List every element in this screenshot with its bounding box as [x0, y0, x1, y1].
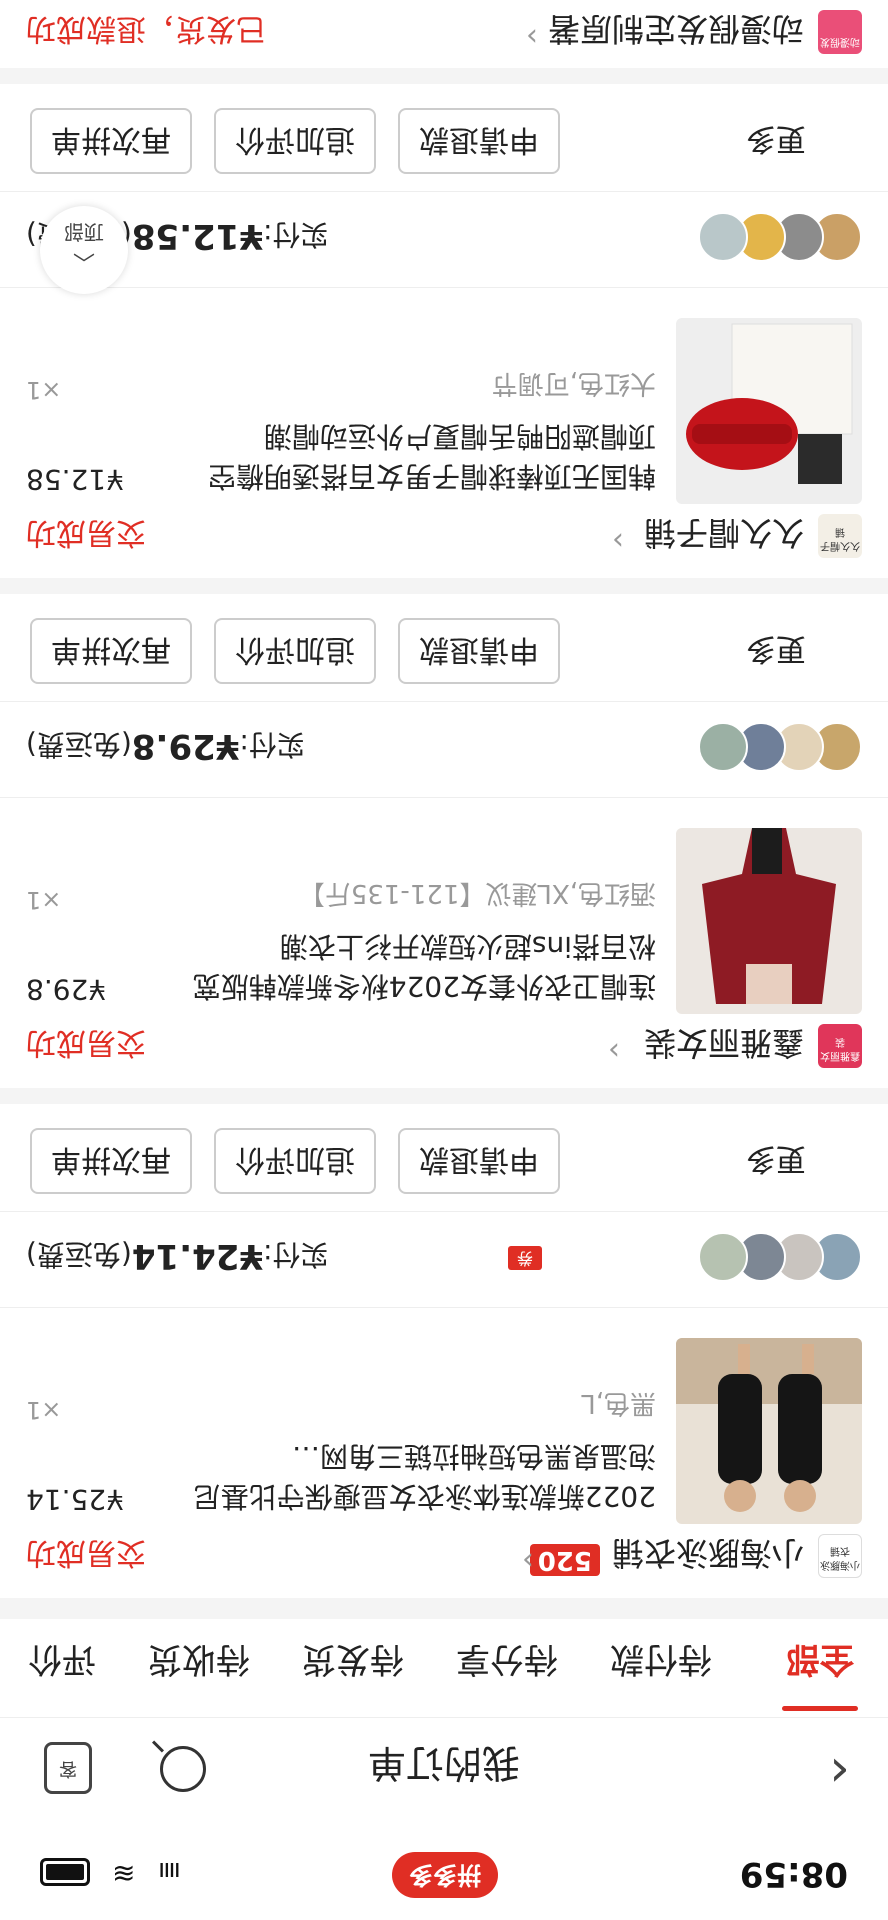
divider	[0, 287, 888, 288]
paid-label: 实付:	[239, 728, 305, 761]
divider	[0, 1307, 888, 1308]
product-title[interactable]: 韩国无顶棒球帽子男女百搭透明檐空顶帽遮阳鸭舌帽夏户外运动帽潮	[186, 416, 656, 496]
shop-name[interactable]: 小海豚泳衣铺	[612, 1532, 804, 1578]
product-image[interactable]	[676, 828, 862, 1014]
coupon-badge: 券	[508, 1246, 542, 1270]
tab-pending-share[interactable]: 待分享	[456, 1638, 558, 1687]
product-image[interactable]	[676, 1338, 862, 1524]
reorder-button[interactable]: 再次拼单	[30, 618, 192, 684]
product-price: ¥25.14	[26, 1483, 124, 1516]
shipping-note: (免运费)	[26, 1238, 132, 1271]
divider	[0, 191, 888, 192]
order-status: 已发货，退款成功	[26, 11, 266, 46]
product-spec: 酒红色,XL建议【121-135斤】	[298, 878, 656, 908]
product-price: ¥12.58	[26, 463, 124, 496]
order-card: 动漫假发 动漫假发定制原著 › 已发货，退款成功	[0, 0, 888, 68]
order-tabs: 全部 待付款 待分享 待发货 待收货 评价	[0, 1619, 888, 1718]
group-avatars	[692, 1232, 862, 1282]
tab-all[interactable]: 全部	[786, 1638, 854, 1687]
chevron-right-icon[interactable]: ›	[612, 523, 624, 558]
tab-pending-payment[interactable]: 待付款	[610, 1638, 712, 1687]
order-card: 鑫雅丽女装 鑫雅丽女装 › 交易成功 连帽卫衣外套女2024秋冬新款韩版宽松百搭…	[0, 594, 888, 1088]
tab-active-underline	[782, 1706, 858, 1711]
shop-logo: 鑫雅丽女装	[818, 1024, 862, 1068]
more-button[interactable]: 更多	[746, 120, 806, 164]
shop-badge: 520	[529, 1544, 600, 1576]
order-status: 交易成功	[26, 515, 146, 550]
tab-pending-ship[interactable]: 待发货	[302, 1638, 404, 1687]
reorder-button[interactable]: 再次拼单	[30, 1128, 192, 1194]
shipping-note: (免运费)	[26, 728, 132, 761]
page-title: 我的订单	[368, 1741, 521, 1785]
divider	[0, 1211, 888, 1212]
product-spec: 黑色,L	[581, 1388, 656, 1418]
paid-amount: ¥12.58	[131, 216, 264, 256]
search-icon[interactable]	[160, 1746, 206, 1792]
divider	[0, 797, 888, 798]
tab-review[interactable]: 评价	[28, 1638, 96, 1687]
back-to-top-button[interactable]: ︿ 顶部	[40, 206, 128, 294]
paid-summary: 实付:¥29.8(免运费)	[26, 726, 305, 766]
reorder-button[interactable]: 再次拼单	[30, 108, 192, 174]
shop-logo: 动漫假发	[818, 10, 862, 54]
product-qty: ×1	[26, 376, 62, 404]
paid-label: 实付:	[263, 218, 329, 251]
group-avatars	[692, 212, 862, 262]
chevron-right-icon[interactable]: ›	[522, 1543, 534, 1578]
product-price: ¥29.8	[26, 973, 107, 1006]
app-pill: 拼多多	[392, 1852, 498, 1898]
add-review-button[interactable]: 追加评价	[214, 108, 376, 174]
order-card: 久久帽子铺 久久帽子铺 › 交易成功 韩国无顶棒球帽子男女百搭透明檐空顶帽遮阳鸭…	[0, 84, 888, 578]
add-review-button[interactable]: 追加评价	[214, 1128, 376, 1194]
chevron-right-icon[interactable]: ›	[526, 19, 538, 54]
product-image[interactable]	[676, 318, 862, 504]
shop-logo: 小海豚泳衣铺	[818, 1534, 862, 1578]
avatar	[698, 212, 748, 262]
back-to-top-label: 顶部	[64, 220, 104, 244]
battery-icon	[40, 1858, 90, 1886]
shop-name[interactable]: 动漫假发定制原著	[548, 8, 804, 54]
product-qty: ×1	[26, 886, 62, 914]
tab-pending-receive[interactable]: 待收货	[148, 1638, 250, 1687]
refund-button[interactable]: 申请退款	[398, 618, 560, 684]
signal-icon: ıııı	[160, 1856, 181, 1886]
product-title[interactable]: 2022新款连体泳衣女显瘦保守比基尼泡温泉黑色短袖拉链三角网…	[186, 1436, 656, 1516]
order-status: 交易成功	[26, 1535, 146, 1570]
group-avatars	[692, 722, 862, 772]
avatar	[698, 722, 748, 772]
more-button[interactable]: 更多	[746, 630, 806, 674]
refund-button[interactable]: 申请退款	[398, 1128, 560, 1194]
customer-service-icon[interactable]: 客	[44, 1742, 92, 1794]
shop-logo: 久久帽子铺	[818, 514, 862, 558]
paid-label: 实付:	[263, 1238, 329, 1271]
shop-name[interactable]: 鑫雅丽女装	[644, 1022, 804, 1068]
wifi-icon: ≋	[112, 1857, 136, 1890]
paid-amount: ¥29.8	[131, 726, 240, 766]
shop-name[interactable]: 久久帽子铺	[644, 512, 804, 558]
order-status: 交易成功	[26, 1025, 146, 1060]
avatar	[698, 1232, 748, 1282]
product-qty: ×1	[26, 1396, 62, 1424]
nav-bar: ‹ 我的订单 客	[0, 1718, 888, 1824]
paid-amount: ¥24.14	[131, 1236, 264, 1276]
refund-button[interactable]: 申请退款	[398, 108, 560, 174]
status-time: 08:59	[739, 1854, 848, 1894]
chevron-up-icon: ︿	[73, 249, 96, 274]
more-button[interactable]: 更多	[746, 1140, 806, 1184]
add-review-button[interactable]: 追加评价	[214, 618, 376, 684]
paid-summary: 实付:¥24.14(免运费)	[26, 1236, 329, 1276]
chevron-right-icon[interactable]: ›	[608, 1033, 620, 1068]
product-spec: 大红色,可调节	[491, 368, 656, 398]
product-title[interactable]: 连帽卫衣外套女2024秋冬新款韩版宽松百搭ins超火短款开衫上衣潮	[186, 926, 656, 1006]
status-bar: 08:59 拼多多 ıııı ≋	[0, 1824, 888, 1920]
order-card: 小海豚泳衣铺 小海豚泳衣铺 520 › 交易成功 2022新款连体泳衣女显瘦保守…	[0, 1104, 888, 1598]
divider	[0, 701, 888, 702]
